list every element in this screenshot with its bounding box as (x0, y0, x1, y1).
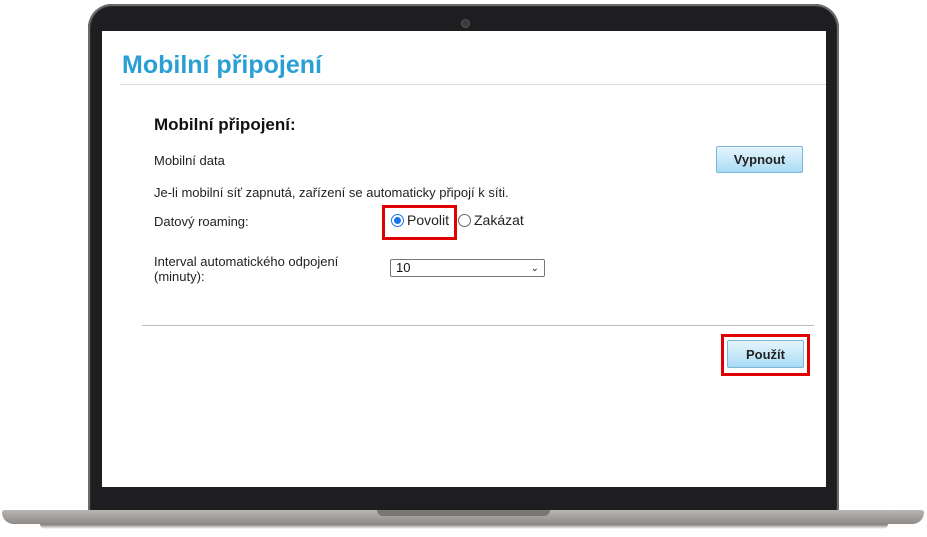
page-title: Mobilní připojení (122, 51, 322, 79)
interval-label-line1: Interval automatického odpojení (154, 254, 339, 269)
roaming-label: Datový roaming: (154, 214, 249, 229)
laptop-hinge-notch (377, 510, 550, 516)
roaming-disable-label: Zakázat (474, 212, 524, 228)
roaming-enable-radio[interactable]: Povolit (391, 212, 449, 228)
roaming-disable-radio[interactable]: Zakázat (458, 212, 524, 228)
apply-button[interactable]: Použít (727, 340, 804, 368)
interval-label: Interval automatického odpojení (minuty)… (154, 254, 364, 284)
chevron-down-icon: ⌄ (530, 263, 539, 274)
section-title: Mobilní připojení: (154, 115, 296, 134)
mobile-data-off-button[interactable]: Vypnout (716, 146, 803, 173)
title-divider (120, 84, 826, 85)
interval-select[interactable]: 10 ⌄ (390, 259, 545, 277)
screen: Mobilní připojení Mobilní připojení: Mob… (102, 31, 826, 487)
footer-divider (142, 325, 814, 326)
roaming-enable-label: Povolit (407, 212, 450, 228)
radio-unchecked-icon[interactable] (458, 213, 471, 227)
interval-selected-value: 10 (396, 260, 411, 275)
interval-label-line2: (minuty): (154, 269, 205, 284)
laptop-shadow (40, 524, 888, 529)
mobile-data-label: Mobilní data (154, 153, 225, 168)
radio-checked-icon[interactable] (391, 213, 404, 227)
webcam-icon (461, 19, 470, 28)
info-text: Je-li mobilní síť zapnutá, zařízení se a… (154, 185, 509, 200)
